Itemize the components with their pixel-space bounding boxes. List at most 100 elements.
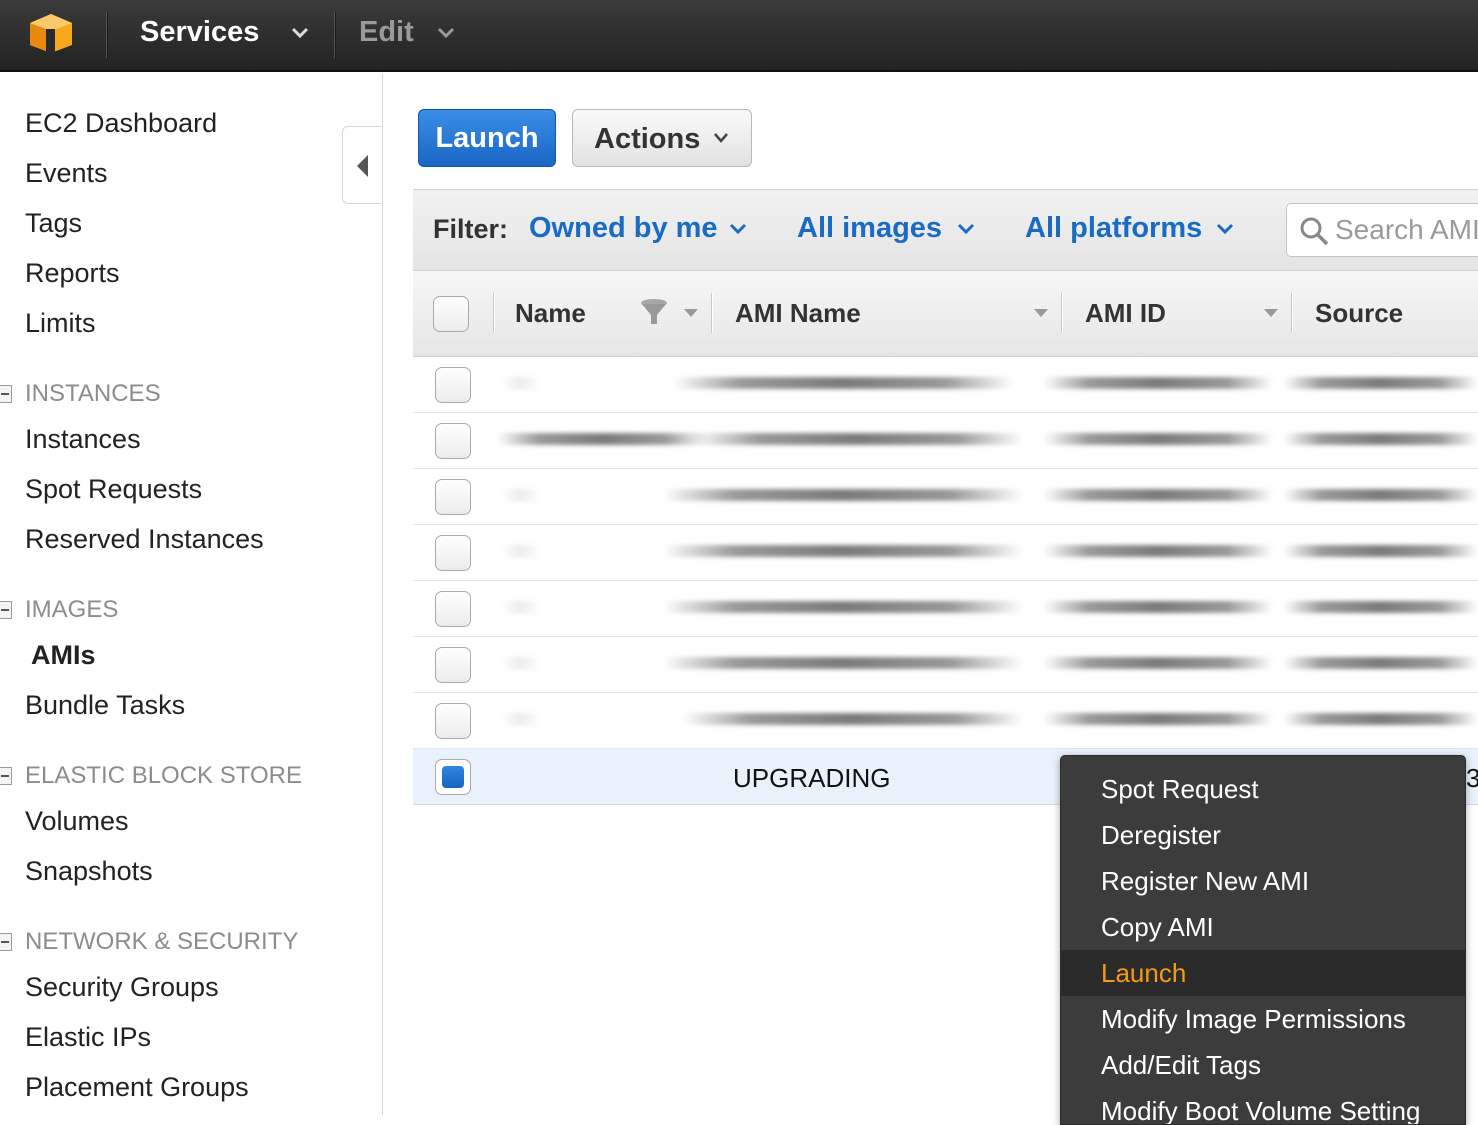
column-divider — [493, 293, 495, 333]
filter-bar: Filter: Owned by me All images All platf… — [413, 189, 1478, 271]
row-checkbox[interactable] — [435, 367, 471, 403]
sidebar-item-limits[interactable]: Limits — [25, 308, 96, 339]
sidebar-item-amis[interactable]: AMIs — [31, 640, 96, 671]
top-navigation-bar: Services Edit — [0, 0, 1478, 72]
menu-item-add-edit-tags[interactable]: Add/Edit Tags — [1061, 1042, 1465, 1088]
table-row[interactable] — [413, 357, 1478, 413]
menu-item-register-new-ami[interactable]: Register New AMI — [1061, 858, 1465, 904]
sort-caret-icon[interactable] — [1264, 309, 1278, 317]
obscured-cell — [1283, 489, 1478, 501]
table-row[interactable] — [413, 525, 1478, 581]
obscured-cell — [693, 433, 1023, 445]
chevron-down-icon[interactable] — [729, 223, 747, 235]
sidebar-item-snapshots[interactable]: Snapshots — [25, 856, 153, 887]
column-divider — [711, 293, 713, 333]
menu-item-copy-ami[interactable]: Copy AMI — [1061, 904, 1465, 950]
obscured-cell — [501, 657, 541, 669]
obscured-cell — [1283, 377, 1478, 389]
menu-item-modify-image-permissions[interactable]: Modify Image Permissions — [1061, 996, 1465, 1042]
obscured-cell — [663, 601, 1023, 613]
sidebar-item-events[interactable]: Events — [25, 158, 108, 189]
chevron-down-icon[interactable] — [957, 223, 975, 235]
table-row[interactable] — [413, 581, 1478, 637]
sidebar-item-instances[interactable]: Instances — [25, 424, 141, 455]
sidebar-item-bundle-tasks[interactable]: Bundle Tasks — [25, 690, 185, 721]
chevron-left-icon — [357, 155, 368, 177]
sidebar-section-instances[interactable]: INSTANCES — [25, 380, 161, 408]
edit-menu[interactable]: Edit — [359, 16, 414, 49]
sidebar-section-network-security[interactable]: NETWORK & SECURITY — [25, 928, 298, 956]
row-checkbox[interactable] — [435, 535, 471, 571]
obscured-cell — [501, 601, 541, 613]
menu-item-modify-boot-volume-setting[interactable]: Modify Boot Volume Setting — [1061, 1088, 1465, 1124]
sort-caret-icon[interactable] — [684, 309, 698, 317]
collapse-section-icon[interactable] — [0, 601, 12, 619]
search-input[interactable] — [1335, 212, 1478, 248]
platform-filter-dropdown[interactable]: All platforms — [1025, 212, 1202, 245]
nav-divider — [334, 12, 336, 58]
obscured-cell — [501, 489, 541, 501]
collapse-section-icon[interactable] — [0, 933, 12, 951]
filter-label: Filter: — [433, 214, 509, 244]
sort-caret-icon[interactable] — [1034, 309, 1048, 317]
column-header-source[interactable]: Source — [1315, 298, 1403, 329]
table-row[interactable] — [413, 469, 1478, 525]
sidebar-item-tags[interactable]: Tags — [25, 208, 82, 239]
menu-item-deregister[interactable]: Deregister — [1061, 812, 1465, 858]
table-row[interactable] — [413, 693, 1478, 749]
table-row[interactable] — [413, 637, 1478, 693]
owner-filter-dropdown[interactable]: Owned by me — [529, 212, 718, 245]
obscured-cell — [1043, 713, 1273, 725]
column-header-ami-name[interactable]: AMI Name — [735, 298, 861, 329]
sidebar-item-reports[interactable]: Reports — [25, 258, 120, 289]
sidebar-item-reserved-instances[interactable]: Reserved Instances — [25, 524, 264, 555]
obscured-cell — [1043, 489, 1273, 501]
obscured-cell — [1283, 601, 1478, 613]
row-checkbox[interactable] — [435, 479, 471, 515]
services-menu[interactable]: Services — [140, 16, 259, 49]
sidebar-item-placement-groups[interactable]: Placement Groups — [25, 1072, 249, 1103]
obscured-cell — [663, 545, 1023, 557]
row-checkbox[interactable] — [435, 423, 471, 459]
column-divider — [1291, 293, 1293, 333]
obscured-cell — [1283, 657, 1478, 669]
row-checkbox[interactable] — [435, 703, 471, 739]
actions-button[interactable]: Actions — [572, 109, 752, 167]
sidebar-item-elastic-ips[interactable]: Elastic IPs — [25, 1022, 151, 1053]
sidebar-item-ec2-dashboard[interactable]: EC2 Dashboard — [25, 108, 217, 139]
chevron-down-icon[interactable] — [437, 26, 455, 40]
actions-context-menu: Spot Request Deregister Register New AMI… — [1060, 755, 1466, 1125]
obscured-cell — [683, 713, 1023, 725]
table-row[interactable] — [413, 413, 1478, 469]
collapse-section-icon[interactable] — [0, 385, 12, 403]
aws-logo-icon[interactable] — [28, 12, 74, 54]
sidebar-item-spot-requests[interactable]: Spot Requests — [25, 474, 202, 505]
filter-funnel-icon[interactable] — [639, 297, 669, 327]
obscured-cell — [1283, 713, 1478, 725]
sidebar-section-elastic-block-store[interactable]: ELASTIC BLOCK STORE — [25, 762, 302, 790]
select-all-checkbox[interactable] — [433, 296, 469, 332]
collapse-sidebar-button[interactable] — [342, 126, 382, 204]
chevron-down-icon[interactable] — [1216, 223, 1234, 235]
table-header: Name AMI Name AMI ID Source — [413, 271, 1478, 357]
search-field[interactable] — [1286, 203, 1478, 257]
row-checkbox[interactable] — [435, 591, 471, 627]
sidebar-item-volumes[interactable]: Volumes — [25, 806, 129, 837]
truncated-cell-text: 3 — [1466, 763, 1478, 793]
column-header-name[interactable]: Name — [515, 298, 586, 329]
nav-divider — [106, 12, 108, 58]
sidebar-item-security-groups[interactable]: Security Groups — [25, 972, 219, 1003]
obscured-cell — [1283, 545, 1478, 557]
row-checkbox[interactable] — [435, 647, 471, 683]
column-header-ami-id[interactable]: AMI ID — [1085, 298, 1166, 329]
launch-button[interactable]: Launch — [418, 109, 556, 167]
sidebar-section-images[interactable]: IMAGES — [25, 596, 118, 624]
chevron-down-icon[interactable] — [291, 26, 309, 40]
obscured-cell — [1043, 601, 1273, 613]
menu-item-launch[interactable]: Launch — [1061, 950, 1465, 996]
image-type-filter-dropdown[interactable]: All images — [797, 212, 942, 245]
menu-item-spot-request[interactable]: Spot Request — [1061, 766, 1465, 812]
collapse-section-icon[interactable] — [0, 767, 12, 785]
obscured-cell — [673, 377, 1013, 389]
row-checkbox-checked[interactable] — [435, 759, 471, 795]
